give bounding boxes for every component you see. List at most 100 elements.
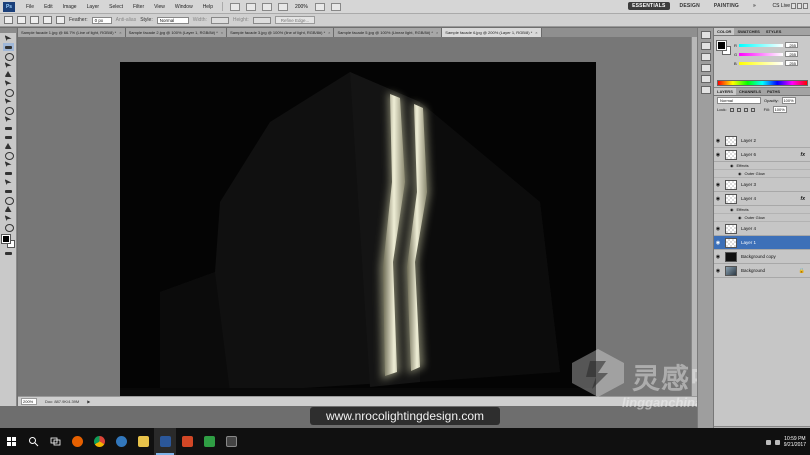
red-slider[interactable]: R 255 bbox=[734, 42, 808, 48]
network-icon[interactable] bbox=[765, 439, 771, 445]
blur-tool-icon[interactable] bbox=[3, 142, 14, 150]
visibility-eye-icon[interactable]: ◉ bbox=[714, 196, 722, 202]
quick-mask-icon[interactable] bbox=[3, 249, 14, 257]
gradient-tool-icon[interactable] bbox=[3, 133, 14, 141]
layer-row[interactable]: ◉ Layer 6 fx bbox=[714, 148, 810, 162]
style-select[interactable]: Normal bbox=[156, 16, 189, 24]
volume-icon[interactable] bbox=[774, 439, 780, 445]
blue-value[interactable]: 255 bbox=[785, 60, 798, 66]
canvas-view[interactable] bbox=[18, 37, 697, 396]
tab-layers[interactable]: LAYERS bbox=[714, 88, 736, 95]
info-panel-icon[interactable] bbox=[700, 53, 711, 61]
red-value[interactable]: 255 bbox=[785, 42, 798, 48]
status-menu-arrow-icon[interactable]: ▶ bbox=[87, 399, 90, 404]
menu-filter[interactable]: Filter bbox=[128, 4, 149, 10]
taskbar-search[interactable] bbox=[22, 428, 44, 455]
menu-help[interactable]: Help bbox=[198, 4, 218, 10]
height-input[interactable] bbox=[252, 16, 271, 24]
visibility-eye-icon[interactable]: ◉ bbox=[714, 240, 722, 246]
visibility-eye-icon[interactable]: ◉ bbox=[714, 268, 722, 274]
effect-eye-icon[interactable]: ◉ bbox=[730, 163, 734, 168]
fill-input[interactable]: 100% bbox=[772, 106, 787, 113]
marquee-tool-icon[interactable] bbox=[2, 43, 14, 51]
history-panel-icon[interactable] bbox=[700, 31, 711, 39]
visibility-eye-icon[interactable]: ◉ bbox=[714, 152, 722, 158]
visibility-eye-icon[interactable]: ◉ bbox=[714, 254, 722, 260]
start-button[interactable] bbox=[0, 428, 22, 455]
history-brush-tool-icon[interactable] bbox=[3, 115, 14, 123]
intersect-selection-icon[interactable] bbox=[56, 16, 65, 24]
lock-pixels-icon[interactable] bbox=[736, 107, 741, 112]
more-workspaces-chevron-icon[interactable]: » bbox=[749, 2, 760, 10]
panel-grip[interactable] bbox=[0, 28, 16, 33]
bridge-icon[interactable] bbox=[229, 2, 240, 11]
green-slider[interactable]: G 255 bbox=[734, 51, 808, 57]
actions-panel-icon[interactable] bbox=[700, 42, 711, 50]
layer-row-selected[interactable]: ◉ Layer 1 bbox=[714, 236, 810, 250]
layer-row[interactable]: ◉ Layer 4 fx bbox=[714, 192, 810, 206]
zoom-tool-icon[interactable] bbox=[277, 2, 288, 11]
outer-glow-row[interactable]: ◉ Outer Glow bbox=[714, 170, 810, 178]
zoom-tool-icon[interactable] bbox=[3, 223, 14, 232]
add-selection-icon[interactable] bbox=[30, 16, 39, 24]
menu-file[interactable]: File bbox=[21, 4, 39, 10]
refine-edge-button[interactable]: Refine Edge... bbox=[274, 16, 316, 24]
tool-preset-icon[interactable] bbox=[4, 16, 13, 24]
3d-rotate-tool-icon[interactable] bbox=[3, 196, 14, 205]
taskbar-firefox[interactable] bbox=[66, 428, 88, 455]
3d-orbit-tool-icon[interactable] bbox=[3, 205, 14, 213]
eraser-tool-icon[interactable] bbox=[3, 124, 14, 132]
close-icon[interactable]: × bbox=[535, 30, 537, 35]
pen-tool-icon[interactable] bbox=[3, 160, 14, 168]
shape-tool-icon[interactable] bbox=[3, 187, 14, 195]
brush-tool-icon[interactable] bbox=[3, 97, 14, 105]
layer-effects-icon[interactable]: fx bbox=[801, 152, 805, 158]
layer-row[interactable]: ◉ Background 🔒 bbox=[714, 264, 810, 278]
width-input[interactable] bbox=[210, 16, 229, 24]
close-icon[interactable]: × bbox=[328, 30, 330, 35]
doc-tab-2[interactable]: Sample facade 2.jpg @ 100% (Layer 1, RGB… bbox=[125, 28, 228, 37]
crop-tool-icon[interactable] bbox=[3, 70, 14, 78]
close-icon[interactable]: × bbox=[221, 30, 223, 35]
screen-mode-icon[interactable] bbox=[330, 2, 341, 11]
taskbar-word[interactable] bbox=[154, 428, 176, 455]
healing-brush-tool-icon[interactable] bbox=[3, 88, 14, 97]
layer-row[interactable]: ◉ Layer 3 bbox=[714, 178, 810, 192]
doc-tab-5[interactable]: Sample facade 6.jpg @ 200% (Layer 1, RGB… bbox=[442, 28, 542, 37]
tab-swatches[interactable]: SWATCHES bbox=[734, 28, 762, 35]
menu-layer[interactable]: Layer bbox=[82, 4, 105, 10]
blue-track[interactable] bbox=[739, 61, 783, 65]
lock-position-icon[interactable] bbox=[743, 107, 748, 112]
zoom-level-menu[interactable]: 200% bbox=[291, 4, 312, 10]
doc-tab-4[interactable]: Sample facade 5.jpg @ 100% (Linear light… bbox=[334, 28, 443, 37]
effects-row[interactable]: ◉ Effects bbox=[714, 206, 810, 214]
cs-live-button[interactable]: CS Live bbox=[772, 3, 790, 9]
layer-effects-icon[interactable]: fx bbox=[801, 196, 805, 202]
zoom-field[interactable]: 200% bbox=[21, 398, 37, 405]
green-track[interactable] bbox=[739, 52, 783, 56]
tab-color[interactable]: COLOR bbox=[714, 28, 735, 35]
outer-glow-row[interactable]: ◉ Outer Glow bbox=[714, 214, 810, 222]
hand-tool-icon[interactable] bbox=[261, 2, 272, 11]
quick-selection-tool-icon[interactable] bbox=[3, 61, 14, 69]
subtract-selection-icon[interactable] bbox=[43, 16, 52, 24]
close-icon[interactable]: × bbox=[436, 30, 438, 35]
color-panel-foreground-swatch[interactable] bbox=[716, 40, 727, 51]
effect-eye-icon[interactable]: ◉ bbox=[730, 207, 734, 212]
tab-styles[interactable]: STYLES bbox=[763, 28, 785, 35]
new-selection-icon[interactable] bbox=[17, 16, 26, 24]
menu-window[interactable]: Window bbox=[170, 4, 198, 10]
anti-alias-checkbox[interactable]: Anti-alias bbox=[116, 17, 137, 23]
brush-panel-icon[interactable] bbox=[700, 75, 711, 83]
opacity-input[interactable]: 100% bbox=[781, 97, 796, 104]
effect-eye-icon[interactable]: ◉ bbox=[738, 215, 742, 220]
menu-view[interactable]: View bbox=[149, 4, 170, 10]
menu-image[interactable]: Image bbox=[58, 4, 82, 10]
lasso-tool-icon[interactable] bbox=[3, 52, 14, 61]
workspace-essentials[interactable]: ESSENTIALS bbox=[628, 2, 670, 10]
layer-row[interactable]: ◉ Layer 4 bbox=[714, 222, 810, 236]
taskbar-edge[interactable] bbox=[110, 428, 132, 455]
taskbar-green-app[interactable] bbox=[198, 428, 220, 455]
type-tool-icon[interactable] bbox=[3, 169, 14, 177]
blend-mode-select[interactable]: Normal bbox=[717, 97, 761, 104]
